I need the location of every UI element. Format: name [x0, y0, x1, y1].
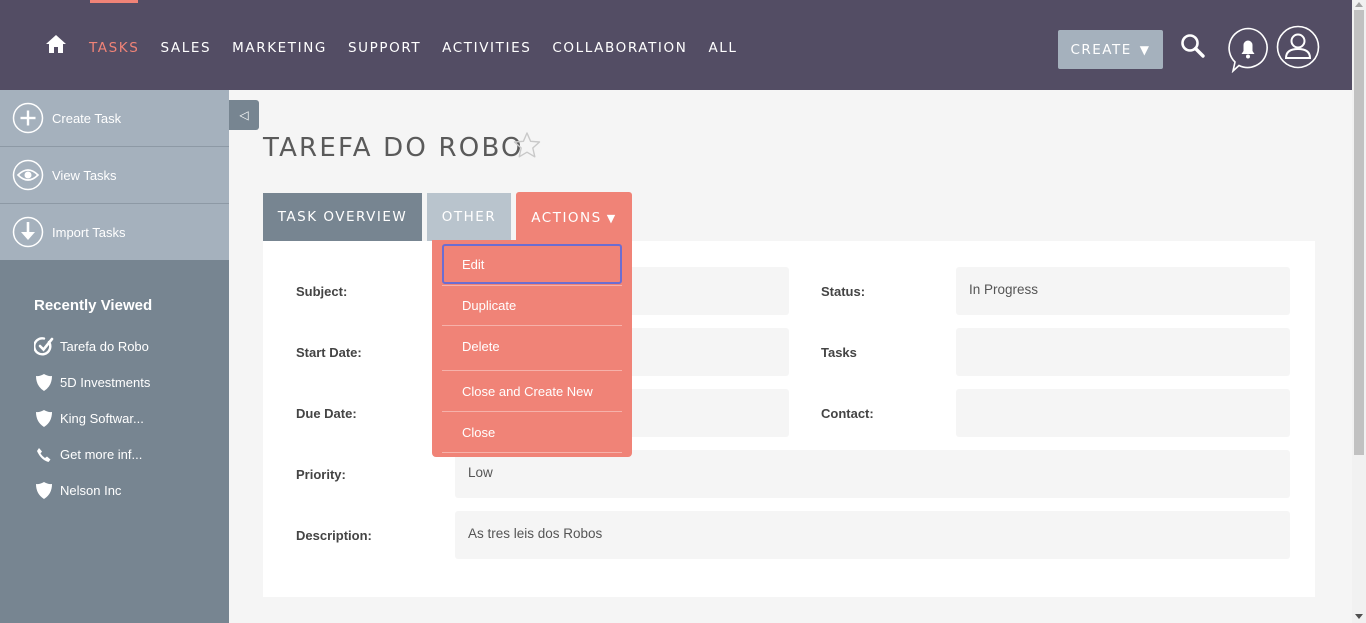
menu-item-close-and-create-new[interactable]: Close and Create New	[442, 371, 622, 411]
menu-divider	[442, 452, 622, 453]
recent-item-label: Nelson Inc	[60, 482, 122, 498]
recent-item[interactable]: 5D Investments	[0, 364, 229, 400]
download-icon	[12, 216, 44, 248]
nav-activities[interactable]: ACTIVITIES	[442, 40, 531, 56]
active-tab-indicator	[90, 0, 138, 3]
recent-item[interactable]: King Softwar...	[0, 400, 229, 436]
sidebar: Create Task View Tasks Import Tasks Rece…	[0, 90, 229, 623]
sidebar-import-tasks[interactable]: Import Tasks	[0, 204, 229, 260]
sidebar-create-task[interactable]: Create Task	[0, 90, 229, 147]
menu-item-duplicate[interactable]: Duplicate	[442, 285, 622, 325]
search-icon[interactable]	[1180, 33, 1206, 59]
scroll-up-arrow-icon[interactable]	[1355, 2, 1363, 7]
sidebar-create-task-label: Create Task	[52, 110, 122, 126]
status-field[interactable]: In Progress	[956, 267, 1290, 315]
tab-actions-label: ACTIONS	[531, 210, 602, 226]
collapse-arrow-icon: ◁	[239, 108, 249, 122]
subject-label: Subject:	[296, 284, 348, 299]
description-label: Description:	[296, 528, 372, 543]
contact-label: Contact:	[821, 406, 874, 421]
tab-actions[interactable]: ACTIONS ▼	[516, 192, 632, 244]
recent-item[interactable]: Nelson Inc	[0, 472, 229, 508]
recent-item-label: Tarefa do Robo	[60, 338, 149, 354]
recent-item-label: 5D Investments	[60, 374, 151, 390]
create-button-label: CREATE	[1070, 41, 1132, 58]
status-label: Status:	[821, 284, 866, 299]
tab-task-overview[interactable]: TASK OVERVIEW	[263, 193, 422, 241]
home-icon[interactable]	[44, 33, 68, 55]
bell-icon[interactable]	[1227, 27, 1269, 73]
contact-field[interactable]	[956, 389, 1290, 437]
nav-marketing[interactable]: MARKETING	[232, 40, 327, 56]
shield-icon	[36, 374, 52, 391]
menu-item-edit[interactable]: Edit	[442, 244, 622, 284]
nav-sales[interactable]: SALES	[160, 40, 211, 56]
favorite-star-icon[interactable]	[512, 131, 542, 159]
recent-item-label: King Softwar...	[60, 410, 144, 426]
menu-item-delete[interactable]: Delete	[442, 326, 622, 366]
caret-down-icon: ▼	[1139, 42, 1151, 57]
start-date-label: Start Date:	[296, 345, 362, 360]
top-navbar: TASKS SALES MARKETING SUPPORT ACTIVITIES…	[0, 0, 1352, 90]
priority-label: Priority:	[296, 467, 346, 482]
tasks-field[interactable]	[956, 328, 1290, 376]
actions-dropdown: Edit Duplicate Delete Close and Create N…	[432, 240, 632, 457]
page-scrollbar[interactable]	[1352, 0, 1366, 623]
plus-circle-icon	[12, 102, 44, 134]
user-icon[interactable]	[1276, 25, 1320, 69]
menu-item-close[interactable]: Close	[442, 412, 622, 452]
scroll-down-arrow-icon[interactable]	[1355, 614, 1363, 619]
sidebar-view-tasks[interactable]: View Tasks	[0, 147, 229, 204]
create-button[interactable]: CREATE ▼	[1058, 30, 1163, 69]
due-date-label: Due Date:	[296, 406, 357, 421]
tasks-label: Tasks	[821, 345, 857, 360]
priority-field[interactable]: Low	[455, 450, 1290, 498]
sidebar-view-tasks-label: View Tasks	[52, 167, 117, 183]
sidebar-actions: Create Task View Tasks Import Tasks	[0, 90, 229, 260]
page-title: TAREFA DO ROBO	[263, 133, 524, 163]
detail-panel: Subject: Status: In Progress Start Date:…	[263, 241, 1315, 597]
recently-viewed-list: Tarefa do Robo 5D Investments King Softw…	[0, 328, 229, 508]
main-nav: TASKS SALES MARKETING SUPPORT ACTIVITIES…	[89, 40, 759, 56]
recent-item-label: Get more inf...	[60, 446, 143, 462]
sidebar-collapse-button[interactable]: ◁	[229, 100, 259, 130]
description-field[interactable]: As tres leis dos Robos	[455, 511, 1290, 559]
recent-item[interactable]: Get more inf...	[0, 436, 229, 472]
nav-all[interactable]: ALL	[708, 40, 737, 56]
nav-tasks[interactable]: TASKS	[89, 40, 139, 56]
sidebar-import-tasks-label: Import Tasks	[52, 224, 126, 240]
phone-icon	[37, 448, 51, 462]
recently-viewed-title: Recently Viewed	[34, 297, 153, 314]
nav-collaboration[interactable]: COLLABORATION	[552, 40, 687, 56]
tab-other[interactable]: OTHER	[427, 193, 511, 241]
scrollbar-thumb[interactable]	[1354, 10, 1364, 455]
nav-support[interactable]: SUPPORT	[348, 40, 421, 56]
task-icon	[34, 337, 54, 356]
recent-item[interactable]: Tarefa do Robo	[0, 328, 229, 364]
eye-icon	[12, 159, 44, 191]
caret-down-icon: ▼	[606, 211, 617, 225]
shield-icon	[36, 482, 52, 499]
shield-icon	[36, 410, 52, 427]
